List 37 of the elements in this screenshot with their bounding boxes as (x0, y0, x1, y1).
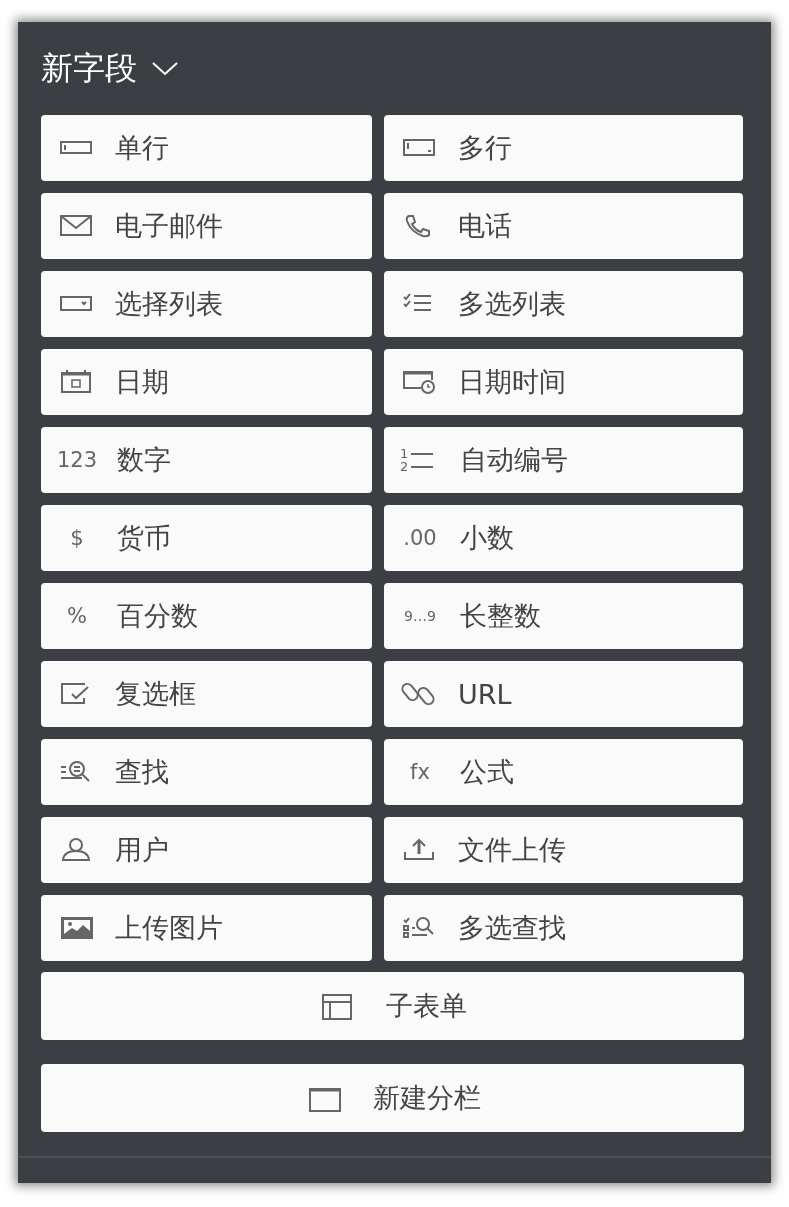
field-type-button[interactable]: 上传图片 (41, 895, 372, 961)
field-type-button[interactable]: 多选列表 (384, 271, 743, 337)
field-type-button[interactable]: URL (384, 661, 743, 727)
field-type-button[interactable]: 文件上传 (384, 817, 743, 883)
field-type-button[interactable]: .00 小数 (384, 505, 743, 571)
symbol-icon: % (57, 604, 97, 628)
symbol-icon: 123 (57, 448, 98, 472)
field-type-button[interactable]: 1 2 自动编号 (384, 427, 743, 493)
symbol-icon: fx (400, 760, 440, 784)
field-type-button[interactable]: 用户 (41, 817, 372, 883)
field-type-button[interactable]: 复选框 (41, 661, 372, 727)
field-type-button[interactable]: 子表单 (41, 972, 744, 1040)
table-icon (319, 992, 355, 1020)
field-type-button[interactable]: 选择列表 (41, 271, 372, 337)
field-type-button[interactable]: 日期时间 (384, 349, 743, 415)
field-type-button[interactable]: 123 数字 (41, 427, 372, 493)
field-type-button[interactable]: 多行 (384, 115, 743, 181)
symbol-icon: 9…9 (400, 607, 440, 625)
panel-title: 新字段 (41, 47, 137, 89)
image-icon (58, 914, 94, 942)
field-type-button[interactable]: % 百分数 (41, 583, 372, 649)
symbol-icon: $ (57, 526, 97, 550)
field-type-button[interactable]: 多选查找 (384, 895, 743, 961)
symbol-icon: .00 (400, 526, 440, 550)
calendar-icon (58, 368, 94, 396)
field-type-button[interactable]: 查找 (41, 739, 372, 805)
field-type-button[interactable]: fx 公式 (384, 739, 743, 805)
field-type-button[interactable]: 新建分栏 (41, 1064, 744, 1132)
link-icon (401, 680, 437, 708)
field-type-button[interactable]: 电话 (384, 193, 743, 259)
field-type-button[interactable]: $ 货币 (41, 505, 372, 571)
field-type-button[interactable]: 日期 (41, 349, 372, 415)
field-type-button[interactable]: 单行 (41, 115, 372, 181)
field-type-button[interactable]: 电子邮件 (41, 193, 372, 259)
calendar-clock-icon (401, 368, 437, 396)
field-type-button[interactable]: 9…9 长整数 (384, 583, 743, 649)
chevron-icon[interactable] (151, 60, 179, 77)
